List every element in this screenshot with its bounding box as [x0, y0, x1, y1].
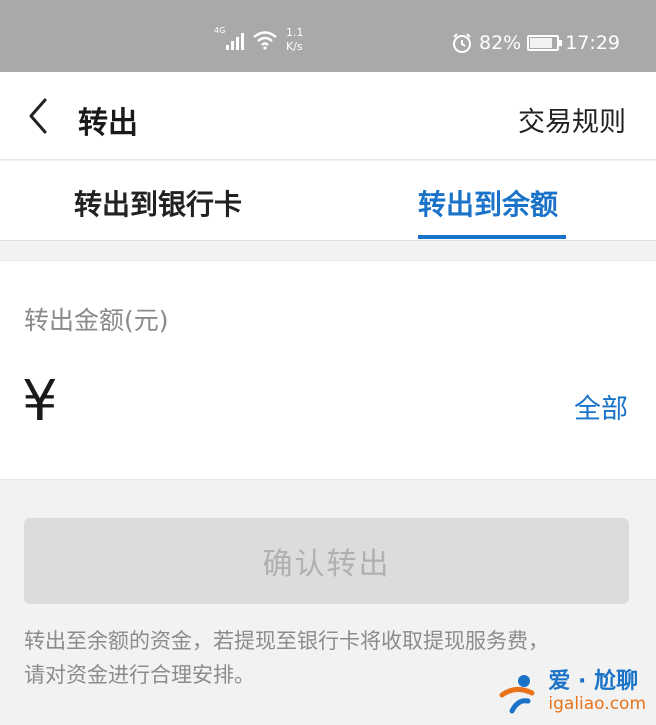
alarm-icon: [453, 33, 471, 53]
transfer-all-link[interactable]: 全部: [574, 387, 628, 426]
nav-bar: 转出 交易规则: [0, 72, 656, 160]
status-network: 4G 1.1 K/s: [214, 26, 304, 54]
signal-icon: 4G: [214, 26, 244, 50]
battery-percent: 82%: [479, 32, 522, 54]
amount-card: 转出金额(元) ¥ 全部: [0, 260, 656, 480]
transfer-tabs: 转出到银行卡 转出到余额: [0, 161, 656, 241]
tab-transfer-to-bank-card[interactable]: 转出到银行卡: [74, 183, 242, 223]
page-title: 转出: [78, 106, 138, 141]
battery-icon: [527, 35, 563, 51]
trade-rules-link[interactable]: 交易规则: [518, 100, 626, 139]
net-speed-value: 1.1: [286, 26, 304, 39]
confirm-transfer-button[interactable]: 确认转出: [24, 518, 629, 604]
net-speed-unit: K/s: [286, 40, 303, 53]
network-type-tag: 4G: [214, 26, 226, 35]
battery-fill: [530, 38, 552, 48]
notice-line-1: 转出至余额的资金，若提现至银行卡将收取提现服务费，: [24, 629, 549, 653]
watermark-text: 爱 · 尬聊 igaliao.com: [548, 671, 646, 715]
amount-label: 转出金额(元): [24, 306, 169, 335]
status-bar: 4G 1.1 K/s 82% 17:29: [0, 0, 656, 72]
net-speed: 1.1 K/s: [286, 26, 304, 54]
back-button[interactable]: [18, 96, 58, 136]
tab-transfer-to-balance[interactable]: 转出到余额: [418, 183, 558, 223]
back-arrow-icon: [29, 98, 47, 134]
active-tab-indicator: [418, 235, 566, 239]
wifi-icon: [253, 31, 277, 50]
status-time: 17:29: [565, 32, 620, 54]
status-right: 82% 17:29: [451, 32, 620, 54]
amount-input[interactable]: [80, 379, 540, 429]
watermark-url: igaliao.com: [548, 694, 646, 714]
currency-symbol: ¥: [22, 369, 58, 434]
watermark-logo-icon: [499, 675, 535, 714]
watermark-title: 爱 · 尬聊: [548, 669, 639, 694]
watermark: 爱 · 尬聊 igaliao.com: [498, 671, 646, 715]
